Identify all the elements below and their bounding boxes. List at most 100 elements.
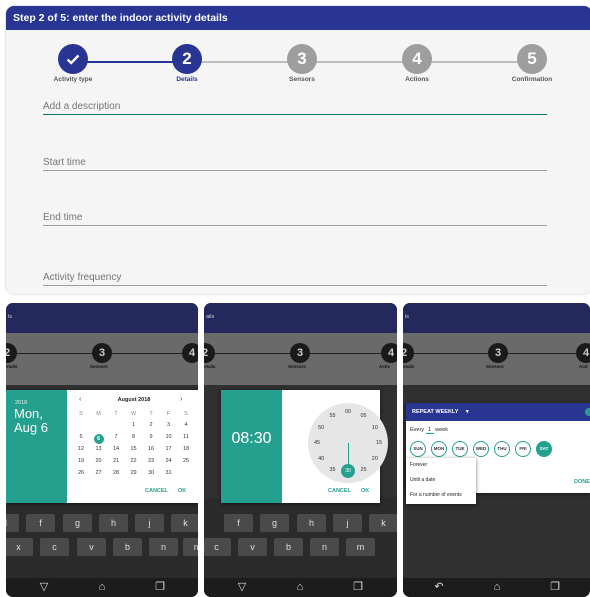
key[interactable]: k — [171, 514, 198, 532]
key[interactable]: m — [183, 538, 198, 556]
back-icon[interactable]: ▽ — [37, 581, 51, 593]
calendar-day[interactable]: 2 — [143, 422, 159, 428]
calendar-day[interactable]: 19 — [73, 458, 89, 464]
calendar-day[interactable]: 20 — [91, 458, 107, 464]
calendar-day[interactable]: 25 — [178, 458, 194, 464]
key[interactable]: k — [369, 514, 397, 532]
calendar-day[interactable]: 15 — [126, 446, 142, 452]
calendar-day[interactable]: 1 — [126, 422, 142, 428]
calendar-day[interactable]: 11 — [178, 434, 194, 440]
key[interactable]: h — [297, 514, 326, 532]
key[interactable]: n — [310, 538, 339, 556]
calendar-day[interactable]: 30 — [143, 470, 159, 476]
every-input[interactable]: 1 — [425, 427, 434, 434]
key[interactable]: c — [204, 538, 231, 556]
calendar-day[interactable]: 10 — [161, 434, 177, 440]
day-chip[interactable]: THU — [494, 441, 510, 457]
recents-icon[interactable]: ❐ — [548, 581, 562, 593]
clock-minute[interactable]: 00 — [342, 409, 354, 415]
clock-face[interactable]: 30 00 05 10 15 20 25 35 40 45 50 55 — [308, 403, 388, 483]
done-button[interactable]: DONE — [574, 479, 590, 485]
key[interactable]: b — [113, 538, 142, 556]
home-icon[interactable]: ⌂ — [293, 581, 307, 593]
calendar-day[interactable]: 16 — [143, 446, 159, 452]
key[interactable]: x — [6, 538, 33, 556]
calendar-day[interactable]: 14 — [108, 446, 124, 452]
key[interactable]: g — [260, 514, 289, 532]
key[interactable]: j — [333, 514, 362, 532]
calendar-day[interactable]: 13 — [91, 446, 107, 452]
start-time-field[interactable]: Start time — [43, 157, 547, 171]
repeat-header[interactable]: REPEAT WEEKLY ▾ — [406, 403, 590, 421]
recents-icon[interactable]: ❐ — [153, 581, 167, 593]
day-chip[interactable]: SAT — [536, 441, 552, 457]
calendar-day[interactable]: 31 — [161, 470, 177, 476]
calendar-day[interactable]: 18 — [178, 446, 194, 452]
key[interactable]: j — [135, 514, 164, 532]
activity-frequency-field[interactable]: Activity frequency — [43, 272, 547, 286]
ok-button[interactable]: OK — [178, 488, 186, 494]
day-chip[interactable]: MON — [431, 441, 447, 457]
home-icon[interactable]: ⌂ — [95, 581, 109, 593]
clock-minute[interactable]: 25 — [358, 467, 370, 473]
key[interactable]: m — [346, 538, 375, 556]
calendar-day[interactable]: 27 — [91, 470, 107, 476]
key[interactable]: b — [274, 538, 303, 556]
time-display[interactable]: 08:30 — [221, 430, 282, 448]
key[interactable]: v — [77, 538, 106, 556]
calendar-day[interactable]: 7 — [108, 434, 124, 440]
calendar-day[interactable]: 23 — [143, 458, 159, 464]
day-chip[interactable]: SUN — [410, 441, 426, 457]
calendar-day[interactable]: 22 — [126, 458, 142, 464]
calendar-day[interactable]: 3 — [161, 422, 177, 428]
key[interactable]: f — [224, 514, 253, 532]
step-sensors[interactable]: 3 Sensors — [252, 44, 352, 83]
key[interactable]: n — [149, 538, 178, 556]
calendar-day[interactable]: 24 — [161, 458, 177, 464]
back-icon[interactable]: ▽ — [235, 581, 249, 593]
calendar-day[interactable]: 26 — [73, 470, 89, 476]
cancel-button[interactable]: CANCEL — [145, 488, 168, 494]
clock-minute[interactable]: 35 — [327, 467, 339, 473]
day-chip[interactable]: WED — [473, 441, 489, 457]
clock-minute[interactable]: 15 — [373, 440, 385, 446]
step-details[interactable]: 2 Details — [137, 44, 237, 83]
clock-minute[interactable]: 50 — [315, 425, 327, 431]
clock-minute[interactable]: 55 — [327, 413, 339, 419]
clock-minute[interactable]: 20 — [369, 456, 381, 462]
clock-minute[interactable]: 10 — [369, 425, 381, 431]
next-month-icon[interactable]: › — [180, 396, 182, 403]
step-activity-type[interactable]: Activity type — [23, 44, 123, 83]
calendar-day[interactable]: 8 — [126, 434, 142, 440]
calendar-day[interactable]: 6 — [93, 434, 104, 444]
calendar-day[interactable]: 9 — [143, 434, 159, 440]
cancel-button[interactable]: CANCEL — [328, 488, 351, 494]
step-actions[interactable]: 4 Actions — [367, 44, 467, 83]
clock-minute[interactable]: 05 — [358, 413, 370, 419]
clock-minute[interactable]: 40 — [315, 456, 327, 462]
key[interactable]: c — [40, 538, 69, 556]
end-time-field[interactable]: End time — [43, 212, 547, 226]
calendar-day[interactable]: 28 — [108, 470, 124, 476]
day-chip[interactable]: TUE — [452, 441, 468, 457]
key[interactable]: f — [26, 514, 55, 532]
selected-minute[interactable]: 30 — [341, 464, 355, 478]
calendar-day[interactable]: 21 — [108, 458, 124, 464]
key[interactable]: h — [99, 514, 128, 532]
clock-minute[interactable]: 45 — [311, 440, 323, 446]
back-icon[interactable]: ↶ — [432, 581, 446, 593]
calendar-day[interactable]: 17 — [161, 446, 177, 452]
repeat-toggle[interactable] — [585, 408, 590, 416]
menu-item-forever[interactable]: Forever — [410, 462, 427, 468]
day-chip[interactable]: FRI — [515, 441, 531, 457]
calendar-day[interactable]: 5 — [73, 434, 89, 440]
description-field[interactable]: Add a description — [43, 101, 547, 115]
key[interactable]: d — [6, 514, 19, 532]
home-icon[interactable]: ⌂ — [490, 581, 504, 593]
menu-item-number-of-events[interactable]: For a number of events — [410, 492, 462, 498]
calendar-day[interactable]: 4 — [178, 422, 194, 428]
ok-button[interactable]: OK — [361, 488, 369, 494]
key[interactable]: g — [63, 514, 92, 532]
calendar-day[interactable]: 29 — [126, 470, 142, 476]
recents-icon[interactable]: ❐ — [351, 581, 365, 593]
